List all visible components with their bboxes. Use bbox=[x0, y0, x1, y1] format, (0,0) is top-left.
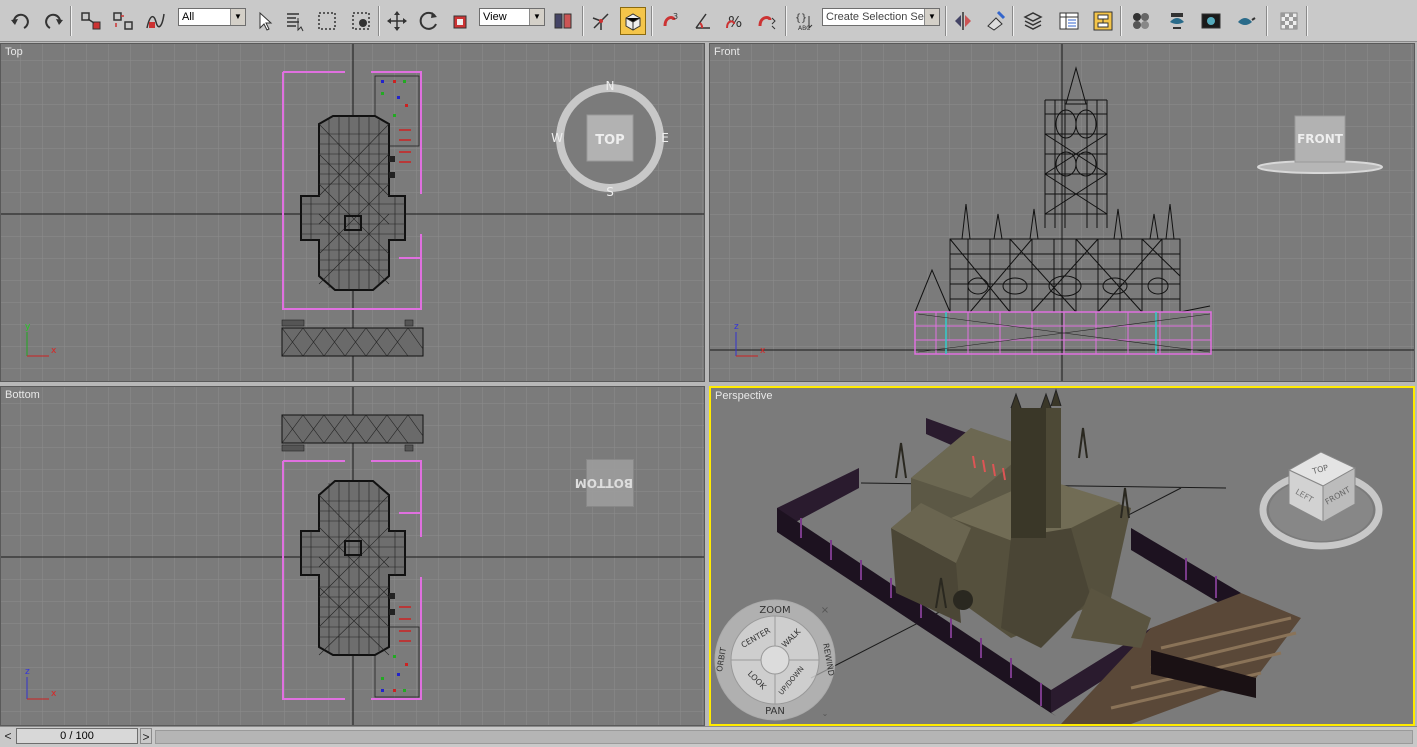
wheel-zoom[interactable]: ZOOM bbox=[759, 605, 790, 616]
viewcube-bottom[interactable]: BOTTOM bbox=[574, 459, 634, 507]
next-frame-button[interactable]: > bbox=[140, 728, 152, 744]
viewcube-front[interactable]: FRONT bbox=[1255, 112, 1385, 176]
front-wireframe: z x bbox=[734, 66, 1212, 357]
viewport-label-perspective[interactable]: Perspective bbox=[715, 390, 772, 402]
svg-text:z: z bbox=[734, 322, 739, 332]
render-setup-icon[interactable] bbox=[1164, 7, 1190, 35]
select-link-icon[interactable] bbox=[78, 7, 104, 35]
viewcube-bottom-label: BOTTOM bbox=[574, 476, 633, 490]
unlink-icon[interactable] bbox=[110, 7, 136, 35]
pivot-icon[interactable] bbox=[550, 7, 576, 35]
cathedral-plan bbox=[300, 115, 406, 291]
keyboard-shortcut-toggle-icon[interactable] bbox=[620, 7, 646, 35]
svg-text:TOP: TOP bbox=[595, 133, 624, 148]
bind-spacewarp-icon[interactable] bbox=[142, 7, 168, 35]
select-by-name-icon[interactable] bbox=[282, 7, 308, 35]
window-crossing-icon[interactable] bbox=[348, 7, 374, 35]
reference-coord-value: View bbox=[483, 11, 507, 23]
chevron-down-icon: ▼ bbox=[529, 9, 544, 25]
chevron-down-icon: ▼ bbox=[230, 9, 245, 25]
schematic-view-icon[interactable] bbox=[1090, 7, 1116, 35]
svg-text:S: S bbox=[606, 185, 614, 199]
svg-text:x: x bbox=[51, 346, 57, 356]
viewport-perspective[interactable]: TOP LEFT FRONT ZOOM CENTER WALK REWIND O… bbox=[709, 386, 1415, 726]
wheel-pan[interactable]: PAN bbox=[765, 706, 785, 717]
viewport-bottom[interactable]: z x BOTTOM Bottom bbox=[0, 386, 705, 726]
time-slider: < 0 / 100 > bbox=[0, 726, 1417, 747]
align-icon[interactable] bbox=[982, 7, 1008, 35]
front-selection-box bbox=[914, 311, 1212, 355]
manipulate-icon[interactable] bbox=[588, 7, 614, 35]
time-track[interactable] bbox=[155, 730, 1413, 744]
prev-frame-button[interactable]: < bbox=[2, 728, 14, 744]
spinner-snap-icon[interactable] bbox=[754, 7, 780, 35]
redo-icon[interactable] bbox=[40, 7, 66, 35]
undo-icon[interactable] bbox=[8, 7, 34, 35]
axis-tripod: z x bbox=[734, 322, 766, 357]
mirror-icon[interactable] bbox=[950, 7, 976, 35]
steering-wheel[interactable]: ZOOM CENTER WALK REWIND ORBIT LOOK UP/DO… bbox=[713, 598, 839, 724]
checker-icon[interactable] bbox=[1276, 7, 1302, 35]
rect-region-icon[interactable] bbox=[314, 7, 340, 35]
layer-manager-icon[interactable] bbox=[1020, 7, 1046, 35]
snaps-toggle-icon[interactable]: 3 bbox=[658, 7, 684, 35]
svg-text:FRONT: FRONT bbox=[1297, 132, 1344, 146]
material-editor-icon[interactable] bbox=[1128, 7, 1154, 35]
svg-text:z: z bbox=[25, 667, 30, 677]
percent-snap-icon[interactable]: % bbox=[722, 7, 748, 35]
viewport-label-front[interactable]: Front bbox=[714, 46, 740, 58]
svg-text:N: N bbox=[606, 79, 615, 93]
svg-text:E: E bbox=[661, 131, 669, 145]
select-object-icon[interactable] bbox=[252, 7, 278, 35]
bottom-wireframe: z x bbox=[25, 414, 424, 700]
viewport-top[interactable]: y x TOP N E S W Top bbox=[0, 43, 705, 382]
move-icon[interactable] bbox=[384, 7, 410, 35]
axis-tripod: y x bbox=[25, 322, 57, 357]
viewcube-perspective[interactable]: TOP LEFT FRONT bbox=[1259, 446, 1383, 554]
selection-filter-dropdown[interactable]: All ▼ bbox=[178, 8, 246, 26]
viewport-label-top[interactable]: Top bbox=[5, 46, 23, 58]
named-sets-icon[interactable]: {} ABC bbox=[792, 7, 818, 35]
time-slider-thumb[interactable]: 0 / 100 bbox=[16, 728, 138, 744]
close-icon[interactable]: × bbox=[821, 605, 829, 616]
viewcube-top[interactable]: TOP N E S W bbox=[551, 79, 673, 201]
chevron-down-icon: ▼ bbox=[924, 9, 939, 25]
svg-text:x: x bbox=[760, 346, 766, 356]
main-toolbar: All ▼ View ▼ 3 % {} ABC Create Selection Se… bbox=[0, 0, 1417, 42]
rendered-frame-icon[interactable] bbox=[1198, 7, 1224, 35]
svg-text:x: x bbox=[51, 689, 57, 699]
scale-icon[interactable] bbox=[448, 7, 474, 35]
named-selection-dropdown[interactable]: Create Selection Set ▼ bbox=[822, 8, 940, 26]
cathedral-plan-mirrored bbox=[300, 480, 406, 656]
wheel-menu-icon[interactable]: ⌄ bbox=[822, 709, 829, 718]
selection-filter-value: All bbox=[182, 11, 195, 23]
viewport-label-bottom[interactable]: Bottom bbox=[5, 389, 40, 401]
svg-text:W: W bbox=[551, 131, 563, 145]
svg-text:{}: {} bbox=[795, 13, 807, 24]
curve-editor-icon[interactable] bbox=[1056, 7, 1082, 35]
angle-snap-icon[interactable] bbox=[690, 7, 716, 35]
named-selection-value: Create Selection Set bbox=[826, 11, 927, 23]
svg-text:ABC: ABC bbox=[798, 25, 810, 32]
reference-coord-dropdown[interactable]: View ▼ bbox=[479, 8, 545, 26]
svg-text:y: y bbox=[25, 322, 31, 332]
max-workspace: All ▼ View ▼ 3 % {} ABC Create Selection Se… bbox=[0, 0, 1417, 747]
svg-text:3: 3 bbox=[673, 12, 678, 21]
render-icon[interactable] bbox=[1232, 7, 1258, 35]
viewport-front[interactable]: z x FRONT Front bbox=[709, 43, 1415, 382]
rotate-icon[interactable] bbox=[416, 7, 442, 35]
axis-tripod: z x bbox=[25, 667, 57, 700]
